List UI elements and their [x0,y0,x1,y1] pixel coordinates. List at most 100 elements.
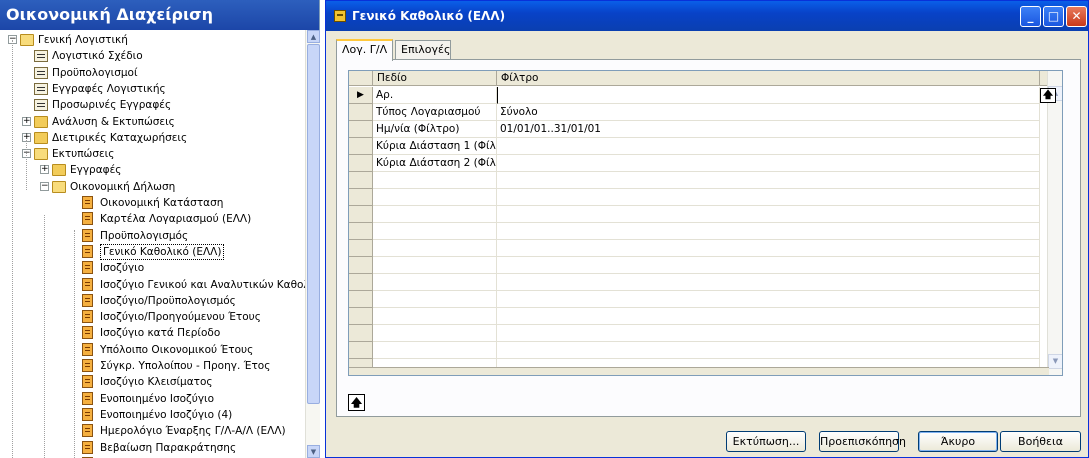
grid-cell-field[interactable]: Κύρια Διάσταση 1 (Φίλ... [373,138,497,155]
grid-cell-field[interactable] [373,240,497,257]
grid-cell-filter[interactable] [497,325,1040,342]
row-selector[interactable] [349,189,373,206]
nav-tree-item[interactable]: Προϋπολογισμοί [0,65,305,81]
form-icon [34,99,48,112]
grid-cell-filter[interactable] [497,155,1040,172]
grid-cell-filter[interactable] [497,172,1040,189]
grid-cell-field[interactable]: Ημ/νία (Φίλτρο) [373,121,497,138]
nav-tree-item[interactable]: Προσωρινές Εγγραφές [0,97,305,113]
grid-cell-filter[interactable] [497,274,1040,291]
row-selector[interactable] [349,291,373,308]
nav-tree-item[interactable]: Εγγραφές Λογιστικής [0,81,305,97]
row-selector[interactable] [349,206,373,223]
grid-cell-filter[interactable]: Σύνολο [497,104,1040,121]
row-selector[interactable] [349,104,373,121]
nav-tree-item[interactable]: Λογιστικό Σχέδιο [0,48,305,64]
column-header-field[interactable]: Πεδίο [373,71,497,86]
column-header-filter[interactable]: Φίλτρο [497,71,1040,86]
nav-tree-item[interactable]: Σύγκρ. Υπολοίπου - Προηγ. Έτος [0,358,305,374]
nav-scrollbar[interactable]: ▲ ▼ [305,30,320,458]
row-selector[interactable] [349,155,373,172]
grid-cell-filter[interactable] [497,308,1040,325]
row-selector[interactable] [349,342,373,359]
nav-tree-item[interactable]: Οικονομική Κατάσταση [0,195,305,211]
nav-tree-item[interactable]: + Εγγραφές [0,162,305,178]
window-titlebar[interactable]: Γενικό Καθολικό (ΕΛΛ) _ □ ✕ [326,1,1088,31]
row-selector[interactable] [349,274,373,291]
close-button[interactable]: ✕ [1066,6,1087,27]
help-button[interactable]: Βοήθεια [1000,431,1081,452]
nav-tree-item[interactable]: Ενοποιημένο Ισοζύγιο (4) [0,407,305,423]
nav-tree-item-label: Ενοποιημένο Ισοζύγιο [100,392,215,405]
scroll-up-icon[interactable]: ▲ [307,30,320,43]
nav-tree-item[interactable]: − Γενική Λογιστική [0,32,305,48]
maximize-button[interactable]: □ [1043,6,1064,27]
nav-tree-item[interactable]: Ισοζύγιο/Προηγούμενου Έτους [0,309,305,325]
nav-tree-item[interactable]: + Διετιρικές Καταχωρήσεις [0,130,305,146]
grid-cell-field[interactable] [373,291,497,308]
grid-cell-field[interactable] [373,325,497,342]
row-selector[interactable] [349,240,373,257]
nav-tree-item[interactable]: Ημερολόγιο Έναρξης Γ/Λ-Α/Λ (ΕΛΛ) [0,423,305,439]
grid-cell-filter[interactable] [497,257,1040,274]
tab-gl-account[interactable]: Λογ. Γ/Λ [336,39,393,61]
grid-cell-field[interactable]: Τύπος Λογαριασμού [373,104,497,121]
nav-tree-item[interactable]: − Οικονομική Δήλωση [0,179,305,195]
row-selector[interactable] [349,172,373,189]
row-selector[interactable] [349,223,373,240]
grid-cell-filter[interactable] [497,206,1040,223]
nav-tree-item[interactable]: + Ανάλυση & Εκτυπώσεις [0,114,305,130]
grid-cell-filter[interactable] [497,342,1040,359]
grid-cell-filter[interactable] [497,223,1040,240]
grid-cell-filter[interactable] [497,189,1040,206]
collapse-icon[interactable]: − [40,181,49,191]
row-selector[interactable] [349,121,373,138]
grid-cell-field[interactable] [373,189,497,206]
scroll-down-icon[interactable]: ▼ [307,445,320,458]
nav-tree-item[interactable]: Ενοποιημένο Ισοζύγιο [0,391,305,407]
print-button[interactable]: Εκτύπωση... [726,431,806,452]
grid-cell-field[interactable] [373,172,497,189]
nav-tree-item[interactable]: Υπόλοιπο Οικονομικού Έτους [0,342,305,358]
scroll-thumb[interactable] [307,44,320,404]
nav-tree-item[interactable]: Γενικό Καθολικό (ΕΛΛ) [0,243,305,260]
tab-options[interactable]: Επιλογές [395,40,451,60]
row-selector[interactable] [349,138,373,155]
nav-tree-item[interactable]: Ισοζύγιο Κλεισίματος [0,374,305,390]
expand-icon[interactable]: + [40,165,49,175]
nav-tree-item[interactable]: Ισοζύγιο Γενικού και Αναλυτικών Καθολικα [0,277,305,293]
preview-button[interactable]: Προεπισκόπηση [819,431,906,452]
move-up-button[interactable]: 🡅 [348,394,365,411]
nav-tree-item[interactable]: Ισοζύγιο/Προϋπολογισμός [0,293,305,309]
grid-cell-field[interactable] [373,223,497,240]
grid-cell-filter[interactable] [497,291,1040,308]
grid-cell-filter[interactable] [497,138,1040,155]
nav-tree-item[interactable]: Βεβαίωση Παρακράτησης [0,440,305,456]
grid-cell-field[interactable] [373,342,497,359]
nav-tree-item[interactable]: Προϋπολογισμός [0,228,305,244]
grid-cell-field[interactable]: Κύρια Διάσταση 2 (Φίλ... [373,155,497,172]
row-selector[interactable] [349,325,373,342]
expand-icon[interactable]: + [22,116,31,126]
cancel-button[interactable]: Άκυρο [918,431,998,452]
grid-cell-filter[interactable] [497,87,1040,104]
grid-cell-field[interactable] [373,206,497,223]
nav-tree-item[interactable]: − Εκτυπώσεις [0,146,305,162]
nav-tree-item[interactable]: Ισοζύγιο [0,260,305,276]
minimize-button[interactable]: _ [1020,6,1041,27]
current-row-marker-icon[interactable]: ▶ [349,87,373,104]
grid-cell-field[interactable] [373,308,497,325]
field-lookup-arrow-icon[interactable]: 🡅 [1040,88,1056,103]
nav-tree-item[interactable]: Καρτέλα Λογαριασμού (ΕΛΛ) [0,211,305,227]
nav-tree-item[interactable]: Ισοζύγιο κατά Περίοδο [0,325,305,341]
row-selector[interactable] [349,308,373,325]
grid-cell-filter[interactable]: 01/01/01..31/01/01 [497,121,1040,138]
grid-cell-field[interactable] [373,257,497,274]
grid-cell-field[interactable] [373,274,497,291]
row-selector[interactable] [349,257,373,274]
grid-cell-field[interactable]: Αρ. [373,87,497,104]
grid-scroll-down-icon[interactable]: ▼ [1048,354,1062,369]
grid-cell-filter[interactable] [497,240,1040,257]
grid-hscrollbar[interactable] [349,367,1049,375]
grid-scrollbar[interactable]: ▲ ▼ [1047,71,1062,375]
